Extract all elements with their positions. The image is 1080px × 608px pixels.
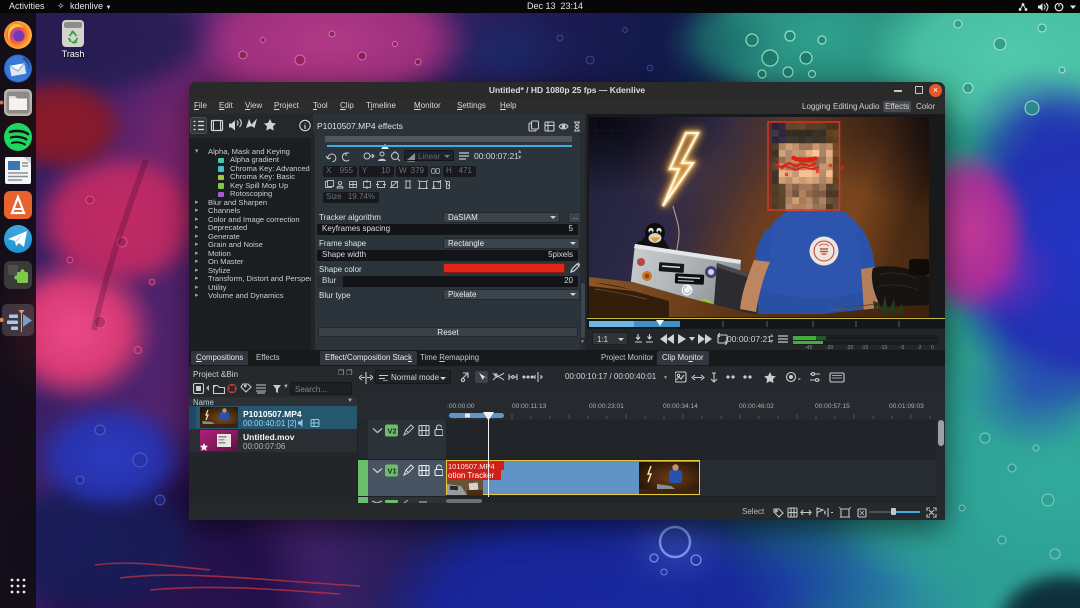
svg-text:00:01:09:03: 00:01:09:03 — [889, 403, 924, 410]
svg-text:V1: V1 — [388, 467, 397, 476]
svg-text:V2: V2 — [388, 427, 397, 436]
svg-text:00:00:57:15: 00:00:57:15 — [815, 403, 850, 410]
svg-text:00:00:46:02: 00:00:46:02 — [739, 403, 774, 410]
svg-text::00:00:00: :00:00:00 — [447, 403, 475, 410]
svg-text:00:00:34:14: 00:00:34:14 — [663, 403, 698, 410]
svg-text:00:00:11:13: 00:00:11:13 — [512, 403, 547, 410]
svg-text:00:00:23:01: 00:00:23:01 — [589, 403, 624, 410]
